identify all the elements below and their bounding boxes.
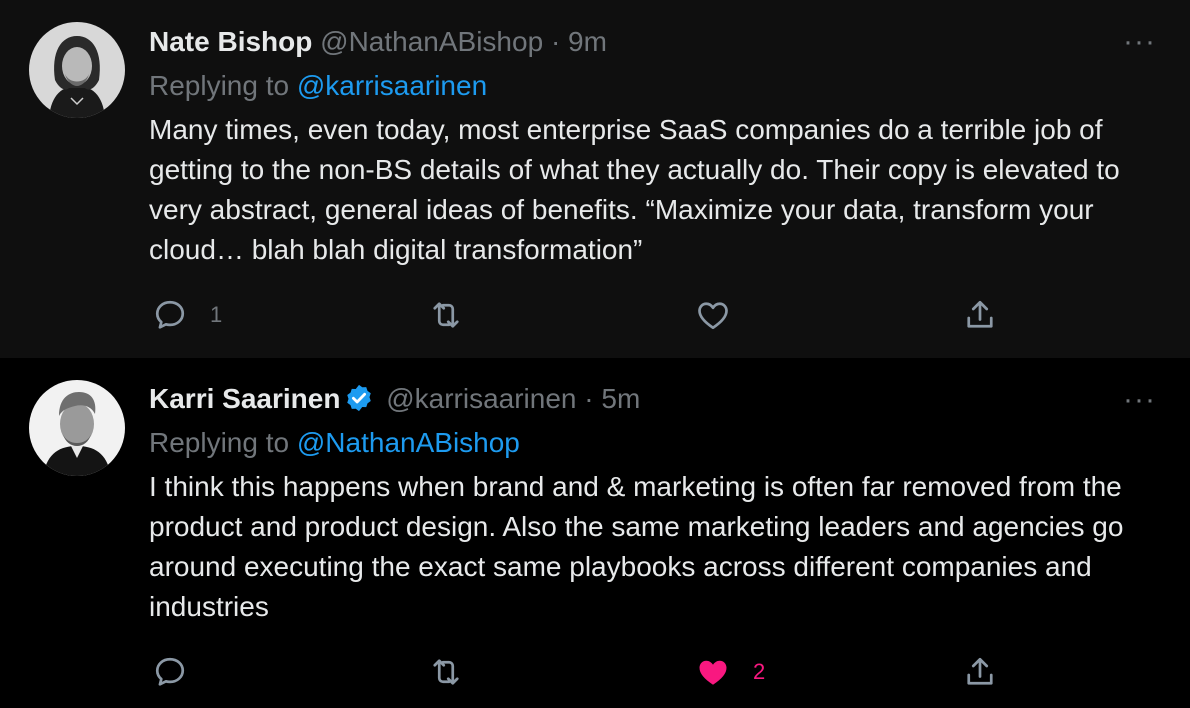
share-button[interactable] [962,295,998,335]
retweet-button[interactable] [428,295,486,335]
reply-button[interactable]: 1 [152,295,222,335]
timestamp[interactable]: 9m [568,26,607,57]
avatar-karri-saarinen[interactable] [29,380,125,476]
reply-button[interactable] [152,652,210,692]
tweet-karri-saarinen[interactable]: Karri Saarinen @karrisaarinen · 5m ··· R… [0,358,1190,708]
like-button[interactable] [695,295,753,335]
more-icon[interactable]: ··· [1123,385,1156,415]
reply-count: 1 [210,302,223,327]
display-name[interactable]: Karri Saarinen [149,383,340,414]
heart-icon [699,660,727,685]
share-icon [967,300,993,328]
replying-to-line: Replying to @NathanABishop [149,426,520,460]
reply-icon [155,657,185,686]
more-icon[interactable]: ··· [1123,27,1156,57]
avatar-portrait-image [29,380,125,476]
retweet-icon [433,659,459,685]
reply-icon [155,300,185,329]
user-handle[interactable]: @NathanABishop [320,26,543,57]
replying-to-mention[interactable]: @NathanABishop [297,427,520,458]
like-count: 2 [753,659,766,684]
avatar-portrait-image [29,22,125,118]
verified-badge-icon [347,384,372,412]
display-name[interactable]: Nate Bishop [149,26,312,57]
share-button[interactable] [962,652,998,692]
replying-to-label: Replying to [149,70,290,101]
user-handle[interactable]: @karrisaarinen [386,383,576,414]
replying-to-line: Replying to @karrisaarinen [149,69,487,103]
replying-to-mention[interactable]: @karrisaarinen [297,70,487,101]
tweet-header: Karri Saarinen @karrisaarinen · 5m [149,382,640,416]
separator-dot: · [550,26,561,57]
retweet-button[interactable] [428,652,486,692]
tweet-nate-bishop[interactable]: Nate Bishop @NathanABishop · 9m ··· Repl… [0,0,1190,358]
separator-dot: · [584,383,594,414]
heart-icon [698,302,728,330]
retweet-icon [433,302,459,328]
avatar-nate-bishop[interactable] [29,22,125,118]
tweet-action-bar: 2 [0,652,1190,692]
tweet-text: Many times, even today, most enterprise … [149,114,1120,265]
replying-to-label: Replying to [149,427,290,458]
share-icon [967,657,993,685]
like-button[interactable]: 2 [695,652,765,692]
tweet-text: I think this happens when brand and & ma… [149,471,1124,622]
tweet-action-bar: 1 [0,295,1190,335]
timestamp[interactable]: 5m [601,383,640,414]
tweet-header: Nate Bishop @NathanABishop · 9m [149,25,607,59]
